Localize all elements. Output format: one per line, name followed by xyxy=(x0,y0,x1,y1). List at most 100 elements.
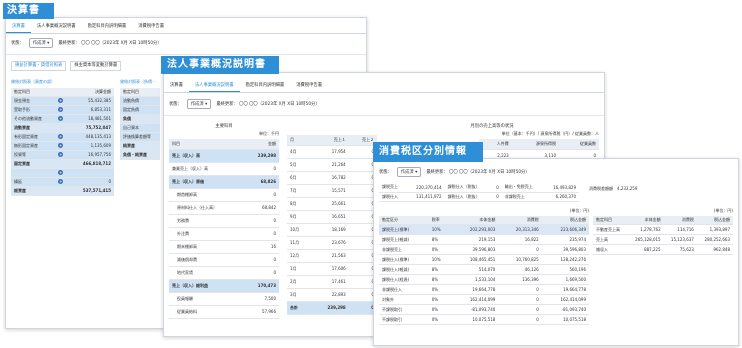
bs-assets-title: 貸借対照表（資産の部） xyxy=(11,79,55,84)
last-updated: 最終更新： 〇〇 〇〇（2023年 X月 X日 10時50分） xyxy=(58,41,162,46)
table-row: 雑収入 887,225 75,623 962,848 xyxy=(593,244,733,255)
monthly-sales-table: 月売上１売上２ 4月17,9540 5月21,2640 6月16,7820 7月… xyxy=(287,135,377,315)
status-label: 状態： xyxy=(379,170,392,175)
summary-table: 課税売上 220,370,414 課税仕入（税抜） 0 輸出・免税売上 16,493,… xyxy=(379,183,579,202)
table-row: 期首棚卸高 0 xyxy=(169,188,279,202)
table-row: 12月21,5630 xyxy=(287,249,377,263)
tab-gaikyo[interactable]: 法人事業概況説明書 xyxy=(31,20,82,33)
gaikyo-tabs: 決算書 法人事業概況説明書 勘定科目内訳明細書 消費税申告書 xyxy=(164,79,604,93)
table-row: 無形固定資産 +1,135,609 xyxy=(11,141,114,151)
table-row: 8月25,6610 xyxy=(287,197,377,211)
expand-icon[interactable]: + xyxy=(58,170,64,175)
table-row: その他流動資産 +18,481,501 xyxy=(11,114,114,124)
account-tax-table: 勘定科目 本体金額 消費税 税込金額 不動産売上高 1,278,762 114,716 1,… xyxy=(593,215,733,255)
table-row: 6月16,7820 xyxy=(287,171,377,185)
table-row: 固定負債 xyxy=(120,105,160,115)
tab-gaikyo[interactable]: 法人事業概況説明書 xyxy=(188,79,240,92)
table-row: 1月17,6060 xyxy=(287,262,377,276)
status-select[interactable]: 作成済 ▾ xyxy=(186,99,212,109)
expand-icon[interactable]: + xyxy=(58,179,64,184)
status-select[interactable]: 作成済 ▾ xyxy=(396,167,422,177)
table-row: 繰延 +0 xyxy=(11,177,114,187)
subtab-pl-bs[interactable]: 損益計算書・貸借対照表 xyxy=(11,61,67,71)
tab-shohizei[interactable]: 消費税申告書 xyxy=(132,20,170,33)
table-row: 流動資産 75,752,047 xyxy=(11,123,114,133)
table-row: 有形固定資産 +448,135,413 xyxy=(11,132,114,142)
tax-diff: 消費税差額額 4,233,259 xyxy=(589,186,638,191)
tab-uchiwake[interactable]: 勘定科目内訳明細書 xyxy=(82,20,133,33)
table-row: 現金預金 +55,432,385 xyxy=(11,96,114,106)
left-unit: (単位：円) xyxy=(569,207,589,213)
expand-icon[interactable]: + xyxy=(58,98,64,103)
status-select[interactable]: 作成済 ▾ xyxy=(28,38,54,48)
gaikyo-status-bar: 状態： 作成済 ▾ 最終更新： 〇〇 〇〇（2023年 X月 X日 10時50分… xyxy=(164,93,604,115)
table-row: 地代家賃 0 xyxy=(169,266,279,280)
table-row: 負債 xyxy=(120,114,160,124)
table-row: 外注費 0 xyxy=(169,227,279,241)
table-row: 売上（収入）原価 68,826 xyxy=(169,175,279,189)
main-items-table: 科目 金額 売上（収入）高 239,298 兼業売上（収入）高 0 売上（収入）原価 6… xyxy=(169,139,279,319)
subtab-equity[interactable]: 株主資本等変動計算書 xyxy=(70,61,122,71)
table-row: 自己資本 xyxy=(120,123,160,133)
kessansho-tabs: 決算書 法人事業概況説明書 勘定科目内訳明細書 消費税申告書 xyxy=(6,20,366,34)
table-row: 期末棚卸高 16 xyxy=(169,240,279,254)
table-row: 受取手形 +6,853,311 xyxy=(11,105,114,115)
right-unit: (単位：円) xyxy=(713,207,733,213)
table-row: 流動負債 xyxy=(120,96,160,106)
table-row: 合計239,2980 xyxy=(287,301,377,315)
table-row: 課税仕入 131,411,972 課税仕入（税抜） 0 非課税売上 6,260,370 xyxy=(379,192,579,202)
table-row: 純資産 xyxy=(120,141,160,151)
table-row: 10月18,1690 xyxy=(287,223,377,237)
table-row: 兼業売上（収入）高 0 xyxy=(169,162,279,176)
expand-icon[interactable]: + xyxy=(58,152,64,157)
table-row: 労務費 0 xyxy=(169,214,279,228)
table-row: 売上（収入）総利益 170,473 xyxy=(169,279,279,293)
table-row: 3月22,8930 xyxy=(287,288,377,302)
table-row: 総資産 537,571,415 xyxy=(11,186,114,196)
last-updated: 最終更新： 〇〇 〇〇（2023年 X月 X日 10時50分） xyxy=(216,102,320,107)
main-items-unit: 単位：千円 xyxy=(259,131,279,136)
expand-icon[interactable]: + xyxy=(58,134,64,139)
table-row: 2月17,4610 xyxy=(287,275,377,289)
table-row: + xyxy=(11,168,114,178)
table-row: 対象外 0% 162,414,099 0 162,414,099 xyxy=(379,294,589,305)
table-row: 9月16,6510 xyxy=(287,210,377,224)
table-row: 不課税取引 0% -81,093,740 0 -81,093,740 xyxy=(379,304,589,315)
tax-category-table: 勘定区分 税率 本体金額 消費税 税込金額 課税売上(標準) 10% 202,293,003… xyxy=(379,215,589,325)
table-row: 固定資産 466,818,712 xyxy=(11,159,114,169)
tab-kessansho[interactable]: 決算書 xyxy=(164,79,189,92)
status-label: 状態： xyxy=(11,41,24,46)
table-row: 7月15,5710 xyxy=(287,184,377,198)
main-items-title: 主要科目 xyxy=(215,124,233,129)
shohizei-banner: 消費税区分別情報 xyxy=(373,142,483,162)
table-row: 減価償却費 0 xyxy=(169,253,279,267)
expand-icon[interactable]: + xyxy=(58,116,64,121)
table-row: 課税売上 220,370,414 課税仕入（税抜） 0 輸出・免税売上 16,493,… xyxy=(379,183,579,193)
table-row: 不動産売上高 1,278,762 114,716 1,393,897 xyxy=(593,224,733,235)
table-row: 課税仕入(軽減) 8% 514,070 46,126 560,196 xyxy=(379,264,589,275)
table-row: 非課税仕入 0% 19,664,778 0 19,664,778 xyxy=(379,284,589,295)
table-row: 役員報酬 7,500 xyxy=(169,292,279,306)
status-label: 状態： xyxy=(169,102,182,107)
table-row: 売上（収入）高 239,298 xyxy=(169,149,279,163)
bs-liabilities-title: 貸借対照表（負債・ xyxy=(120,79,156,84)
monthly-unit: 単位（基本：千円）/ 源泉所得税（円）/ 従業員数：人 xyxy=(501,131,599,136)
tab-uchiwake[interactable]: 勘定科目内訳明細書 xyxy=(240,79,291,92)
expand-icon[interactable]: + xyxy=(58,143,64,148)
table-row: 投資等 +16,957,756 xyxy=(11,150,114,160)
monthly-title: 月別の売上高等の状況 xyxy=(470,124,514,129)
expand-icon[interactable]: + xyxy=(58,107,64,112)
table-row: 課税売上(標準) 10% 202,293,003 20,313,346 223,606,… xyxy=(379,224,589,235)
tab-shohizei[interactable]: 消費税申告書 xyxy=(290,79,328,92)
tab-kessansho[interactable]: 決算書 xyxy=(6,20,31,33)
table-row: 課税売上(軽減) 8% 219,153 16,822 235,974 xyxy=(379,234,589,245)
shohizei-window: 状態： 作成済 ▾ 最終更新： 〇〇 〇〇（2023年 X月 X日 10時50分… xyxy=(373,158,739,346)
bs-assets-table: 勘定科目 決算金額 現金預金 +55,432,385 受取手形 +6,853,311 … xyxy=(11,88,114,196)
table-row: 4月17,9540 xyxy=(287,145,377,159)
table-row: 売上高 265,128,015 15,123,637 280,252,663 xyxy=(593,234,733,245)
gaikyo-banner: 法人事業概況説明書 xyxy=(161,56,279,74)
table-row: 負債・純資産 xyxy=(120,150,160,160)
kessansho-banner: 決算書 xyxy=(3,3,54,19)
table-row: 不課税取引 0% 10,075,518 0 10,075,518 xyxy=(379,314,589,325)
table-row: 11月23,6760 xyxy=(287,236,377,250)
